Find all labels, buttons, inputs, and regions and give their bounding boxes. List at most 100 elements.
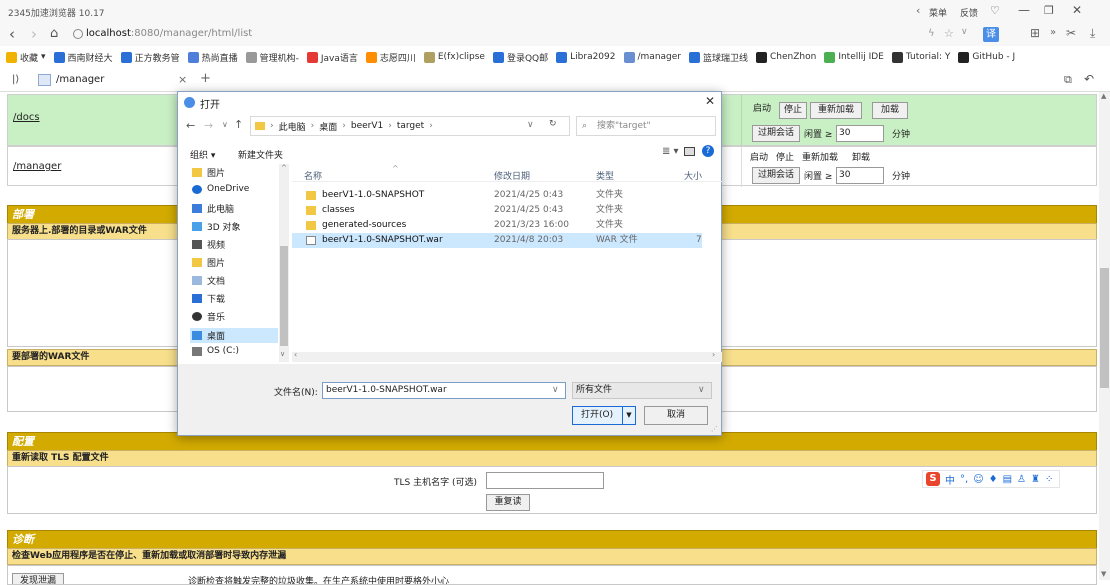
file-row[interactable]: beerV1-1.0-SNAPSHOT.war 2021/4/8 20:03 WAR… [292,233,702,248]
new-folder-button[interactable]: 新建文件夹 [238,148,283,161]
find-leaks-button[interactable]: 发现泄漏 [12,573,64,584]
forward-icon[interactable]: › [31,25,37,43]
restore-icon[interactable]: ❐ [1044,4,1054,17]
tls-host-input[interactable] [486,472,604,489]
dialog-close-icon[interactable]: ✕ [705,94,715,108]
col-date[interactable]: 修改日期 [494,169,530,182]
preview-pane-icon[interactable] [684,147,695,156]
grid-icon[interactable]: ⊞ [1030,26,1040,40]
nav-scroll-thumb[interactable] [280,246,288,346]
open-split-arrow-icon[interactable]: ▼ [622,407,635,424]
bookmark-item[interactable]: /manager [623,51,681,63]
dialog-back-icon[interactable]: ← [186,119,195,132]
nav-scrollbar[interactable]: ^ ∨ [279,164,289,362]
nav-item[interactable]: 此电脑 [192,202,234,215]
tab-list-icon[interactable]: ⧉ [1064,73,1072,87]
page-scrollbar[interactable]: ▲ ▼ [1099,92,1110,580]
reload-link-manager[interactable]: 重新加载 [802,150,838,163]
cancel-button[interactable]: 取消 [644,406,708,425]
close-icon[interactable]: ✕ [1072,3,1082,17]
bookmark-item[interactable]: E(fx)clipse [423,51,485,63]
translate-button[interactable]: 译 [983,27,999,42]
col-size[interactable]: 大小 [684,169,702,182]
bookmark-item[interactable]: 西南财经大 [53,51,113,64]
bookmark-item[interactable]: ChenZhon [756,51,816,63]
crumb-pc[interactable]: 此电脑 [279,120,306,133]
dialog-search-input[interactable]: ⌕ 搜索"target" [576,116,716,136]
nav-item[interactable]: OS (C:) [192,346,239,356]
expire-button-docs[interactable]: 过期会话 [752,125,800,142]
view-options-icon[interactable]: ≣ ▾ [662,146,679,157]
bookmark-item[interactable]: 志愿四川 [365,51,416,64]
bookmark-item[interactable]: Tutorial: Y [891,51,950,63]
filename-dropdown-icon[interactable]: ∨ [552,383,559,398]
start-button-docs[interactable]: 启动 [748,102,776,119]
deploy-button-docs[interactable]: 加载 [872,102,908,119]
dropdown-icon[interactable]: ∨ [961,27,968,37]
dialog-recent-icon[interactable]: ∨ [222,120,228,129]
help-icon[interactable]: ? [702,145,714,157]
bookmark-item[interactable]: 管理机构- [245,51,299,64]
nav-item[interactable]: OneDrive [192,184,249,194]
refresh-icon[interactable]: ↻ [549,119,557,129]
ime-toolbar[interactable]: S 中 °, ☺ ♦ ▤ ♙ ♜ ⁘ [922,470,1060,488]
filename-input[interactable]: beerV1-1.0-SNAPSHOT.war ∨ [322,382,566,399]
address-dropdown-icon[interactable]: ∨ [527,120,534,130]
lightning-icon[interactable]: ϟ [928,28,935,39]
dialog-address-bar[interactable]: › 此电脑 › 桌面 › beerV1 › target › ∨ ↻ [250,116,570,136]
nav-item[interactable]: 音乐 [192,310,225,323]
stop-button-docs[interactable]: 停止 [779,102,807,119]
idle-input-manager[interactable]: 30 [836,167,884,184]
app-path-docs[interactable]: /docs [13,112,40,123]
nav-item[interactable]: 文档 [192,274,225,287]
reread-button[interactable]: 重复读 [486,494,530,511]
start-link-manager[interactable]: 启动 [750,150,768,163]
scroll-thumb[interactable] [1100,268,1109,388]
nav-item[interactable]: 图片 [192,256,225,269]
crumb-beerv1[interactable]: beerV1 [351,121,383,131]
scissors-icon[interactable]: ✂ [1066,26,1076,40]
skin-icon[interactable]: ♡ [990,4,1000,17]
app-path-manager[interactable]: /manager [13,161,61,172]
reload-button-docs[interactable]: 重新加载 [810,102,862,119]
site-info-icon[interactable] [73,29,83,39]
file-type-select[interactable]: 所有文件 ∨ [572,382,712,399]
new-tab-icon[interactable]: + [200,71,211,86]
bookmark-item[interactable]: 登录QQ邮 [492,51,548,64]
bookmark-item[interactable]: 正方教务管 [120,51,180,64]
nav-item[interactable]: 下载 [192,292,225,305]
organize-button[interactable]: 组织 ▾ [190,148,215,161]
back-small-icon[interactable]: ‹ [916,4,920,17]
nav-item[interactable]: 3D 对象 [192,220,241,233]
crumb-desktop[interactable]: 桌面 [319,120,337,133]
bookmark-item[interactable]: 收藏 ▾ [6,51,46,64]
bookmark-item[interactable]: 篮球瑞卫线 [688,51,748,64]
undo-icon[interactable]: ↶ [1084,72,1094,86]
star-icon[interactable]: ☆ [944,27,954,40]
open-button[interactable]: 打开(O) ▼ [572,406,636,425]
tab-close-icon[interactable]: × [178,73,187,86]
scroll-up-icon[interactable]: ▲ [1101,92,1106,100]
more-icon[interactable]: » [1050,27,1056,38]
col-type[interactable]: 类型 [596,169,614,182]
dialog-up-icon[interactable]: ↑ [234,118,243,131]
expire-button-manager[interactable]: 过期会话 [752,167,800,184]
bookmark-item[interactable]: Java语言 [306,51,358,64]
bookmark-item[interactable]: Intellij IDE [824,51,884,63]
file-row[interactable]: generated-sources 2021/3/23 16:00 文件夹 [292,218,702,233]
crumb-target[interactable]: target [397,121,424,131]
nav-item[interactable]: 图片 [192,166,225,179]
col-name[interactable]: 名称 [304,169,322,182]
bookmark-item[interactable]: Libra2092 [556,51,616,63]
back-icon[interactable]: ‹ [9,25,15,43]
nav-item[interactable]: 视频 [192,238,225,251]
bookmark-dropdown-icon[interactable]: ▾ [41,52,46,62]
bookmark-item[interactable]: 热尚直播 [187,51,238,64]
file-row[interactable]: beerV1-1.0-SNAPSHOT 2021/4/25 0:43 文件夹 [292,188,702,203]
file-row[interactable]: classes 2021/4/25 0:43 文件夹 [292,203,702,218]
idle-input-docs[interactable]: 30 [836,125,884,142]
home-icon[interactable]: ⌂ [50,26,58,41]
nav-item[interactable]: 桌面 [190,328,278,343]
tab-manager[interactable]: /manager × [38,72,192,90]
url-field[interactable]: localhost:8080/manager/html/list [86,28,252,39]
